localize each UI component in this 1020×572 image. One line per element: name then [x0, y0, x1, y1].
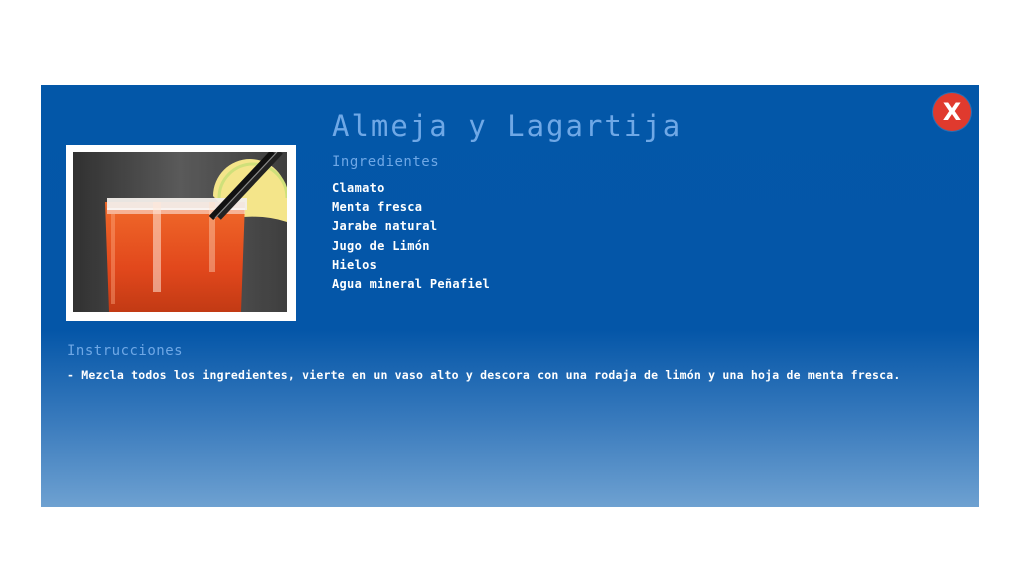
recipe-title: Almeja y Lagartija	[332, 109, 683, 143]
drink-photo-frame	[66, 145, 296, 321]
drink-photo	[73, 152, 287, 312]
ingredient-item: Jugo de Limón	[332, 238, 430, 253]
ingredient-item: Hielos	[332, 257, 378, 272]
close-button[interactable]: X	[933, 93, 971, 131]
ingredients-heading: Ingredientes	[332, 154, 440, 170]
ingredient-item: Agua mineral Peñafiel	[332, 276, 491, 291]
close-icon: X	[942, 98, 962, 126]
instructions-text: - Mezcla todos los ingredientes, vierte …	[67, 368, 901, 382]
instructions-heading: Instrucciones	[67, 343, 184, 359]
ingredient-item: Clamato	[332, 181, 385, 195]
ingredients-list: Clamato Menta fresca Jarabe natural Jugo…	[332, 179, 490, 294]
ingredient-item: Menta fresca	[332, 200, 423, 215]
ingredient-item: Jarabe natural	[332, 219, 438, 234]
recipe-modal: X Almeja y Lagartija Ingredientes Clamat…	[41, 85, 979, 507]
